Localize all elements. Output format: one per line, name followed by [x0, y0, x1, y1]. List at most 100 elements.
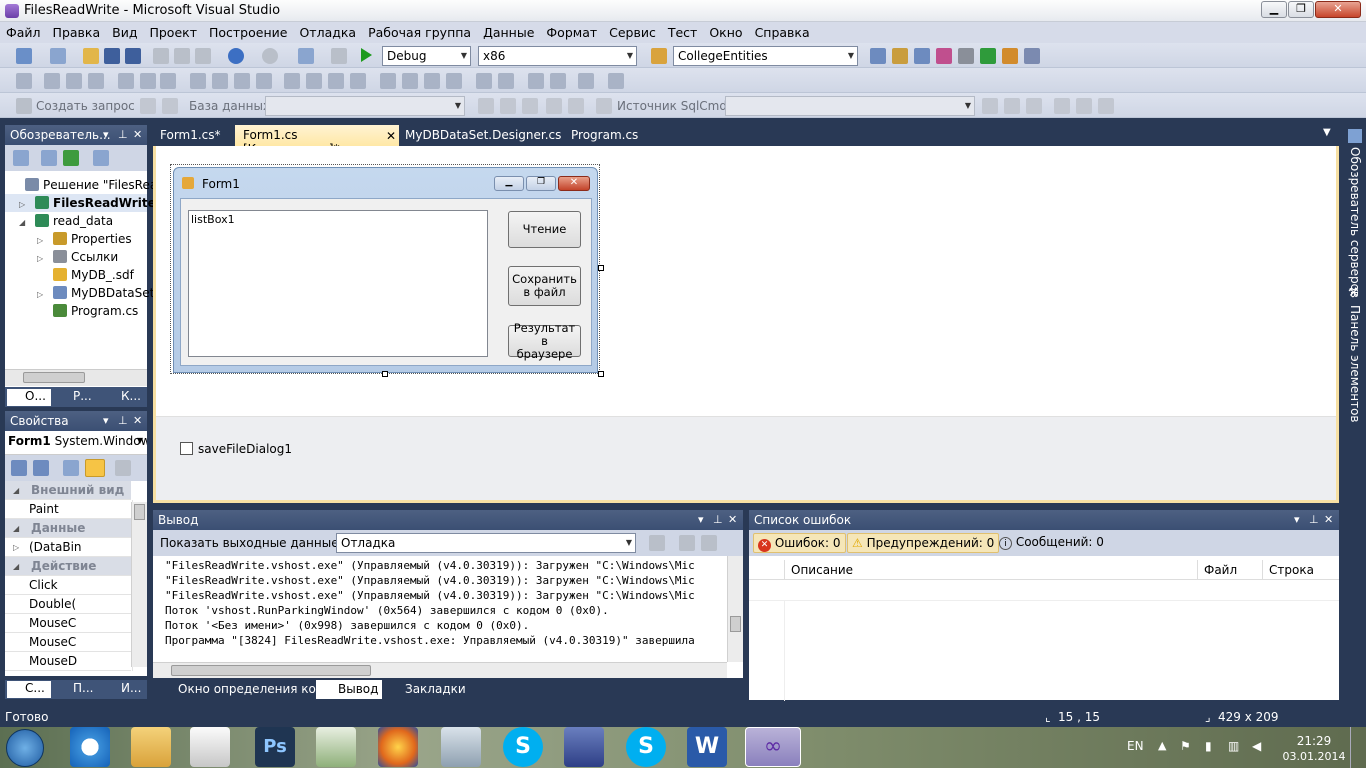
property-row[interactable]: Double( — [5, 595, 133, 614]
layout-align-icon[interactable] — [528, 73, 544, 89]
dropdown-icon[interactable]: ▾ — [1294, 513, 1300, 526]
layout-align-icon[interactable] — [234, 73, 250, 89]
resize-handle[interactable] — [382, 371, 388, 377]
collapse-icon[interactable]: ◢ — [13, 557, 19, 576]
visual-studio-taskbar-icon[interactable]: ∞ — [745, 727, 801, 767]
close-icon[interactable]: ✕ — [133, 128, 142, 141]
solution-explorer-icon[interactable] — [870, 48, 886, 64]
savefiledialog1-component[interactable]: saveFileDialog1 — [198, 442, 292, 456]
column-file[interactable]: Файл — [1204, 563, 1237, 577]
close-button[interactable]: ✕ — [1315, 1, 1361, 18]
layout-align-icon[interactable] — [350, 73, 366, 89]
resize-handle[interactable] — [598, 371, 604, 377]
network-icon[interactable]: ▥ — [1228, 739, 1239, 753]
refresh-icon[interactable] — [63, 150, 79, 166]
layout-align-icon[interactable] — [140, 73, 156, 89]
panel-tab[interactable]: К... — [103, 389, 147, 406]
property-category[interactable]: ◢ Внешний вид — [5, 481, 131, 500]
close-icon[interactable]: ✕ — [1324, 513, 1333, 526]
layout-align-icon[interactable] — [160, 73, 176, 89]
menu-item[interactable]: Построение — [203, 22, 293, 40]
layout-align-icon[interactable] — [608, 73, 624, 89]
firefox-icon[interactable] — [378, 727, 418, 767]
close-icon[interactable]: ✕ — [728, 513, 737, 526]
layout-align-icon[interactable] — [306, 73, 322, 89]
tree-item[interactable]: MyDB_.sdf — [5, 266, 147, 284]
errors-filter-toggle[interactable]: ✕ Ошибок: 0 — [753, 533, 846, 553]
panel-tab[interactable]: Вывод — [316, 680, 383, 699]
property-category[interactable]: ◢ Действие — [5, 557, 131, 576]
column-description[interactable]: Описание — [791, 563, 853, 577]
layout-align-icon[interactable] — [498, 73, 514, 89]
layout-align-icon[interactable] — [88, 73, 104, 89]
tree-item[interactable]: Program.cs — [5, 302, 147, 320]
toolbox-tab[interactable]: Панель элементов — [1348, 305, 1362, 423]
navigate-forward-icon[interactable] — [331, 48, 347, 64]
pin-icon[interactable]: ⊥ — [118, 414, 128, 427]
new-project-icon[interactable] — [16, 48, 32, 64]
menu-item[interactable]: Окно — [703, 22, 748, 40]
form-minimize-button[interactable]: ▁ — [494, 176, 524, 191]
start-button[interactable] — [6, 729, 44, 767]
photoshop-icon[interactable]: Ps — [255, 727, 295, 767]
class-diagram-icon[interactable] — [93, 150, 109, 166]
menu-item[interactable]: Справка — [749, 22, 816, 40]
show-all-files-icon[interactable] — [41, 150, 57, 166]
pin-icon[interactable]: ⊥ — [118, 128, 128, 141]
connection-select[interactable]: CollegeEntities ▼ — [673, 46, 858, 66]
toolbox-icon[interactable] — [936, 48, 952, 64]
notepad-icon[interactable] — [316, 727, 356, 767]
close-tab-icon[interactable]: ✕ — [386, 129, 396, 143]
tree-item[interactable]: ▷ FilesReadWrite — [5, 194, 156, 212]
command-window-icon[interactable] — [1024, 48, 1040, 64]
properties-icon[interactable] — [63, 460, 79, 476]
media-player-icon[interactable] — [190, 727, 230, 767]
document-tab[interactable]: Form1.cs* — [152, 125, 229, 146]
form-maximize-button[interactable]: ❐ — [526, 176, 556, 191]
layout-align-icon[interactable] — [118, 73, 134, 89]
panel-tab[interactable]: Окно определения кода — [156, 680, 336, 699]
paste-icon[interactable] — [195, 48, 211, 64]
extension-manager-icon[interactable] — [1002, 48, 1018, 64]
menu-item[interactable]: Сервис — [603, 22, 662, 40]
tree-item[interactable]: Решение "FilesRead — [5, 176, 165, 194]
minimize-button[interactable]: ▁ — [1261, 1, 1287, 18]
power-icon[interactable]: ▮ — [1205, 739, 1212, 753]
layout-align-icon[interactable] — [446, 73, 462, 89]
navigate-backward-icon[interactable] — [298, 48, 314, 64]
clear-all-icon[interactable] — [679, 535, 695, 551]
explorer-icon[interactable] — [131, 727, 171, 767]
vertical-scrollbar[interactable] — [727, 556, 743, 662]
property-row[interactable]: MouseC — [5, 633, 133, 652]
server-explorer-tab[interactable]: Обозреватель серверов — [1348, 147, 1362, 298]
panel-tab[interactable]: П... — [55, 681, 99, 698]
output-source-select[interactable]: Отладка ▼ — [336, 533, 636, 553]
clock-time[interactable]: 21:29 — [1290, 734, 1338, 748]
clock-date[interactable]: 03.01.2014 — [1282, 750, 1346, 763]
layout-align-icon[interactable] — [190, 73, 206, 89]
tree-item[interactable]: ▷ MyDBDataSet — [5, 284, 154, 302]
document-tab[interactable]: MyDBDataSet.Designer.cs — [397, 125, 569, 146]
menu-item[interactable]: Правка — [47, 22, 107, 40]
database-select[interactable]: ▼ — [265, 96, 465, 116]
tree-item[interactable]: ◢ read_data — [5, 212, 147, 230]
object-browser-icon[interactable] — [914, 48, 930, 64]
document-tab[interactable]: Program.cs — [563, 125, 646, 146]
layout-align-icon[interactable] — [550, 73, 566, 89]
close-icon[interactable]: ✕ — [133, 414, 142, 427]
redo-icon[interactable] — [262, 48, 278, 64]
horizontal-scrollbar[interactable] — [5, 369, 147, 386]
listbox1[interactable]: listBox1 — [188, 210, 488, 357]
sqlcmd-select[interactable]: ▼ — [725, 96, 975, 116]
panel-tab[interactable]: Р... — [55, 389, 99, 406]
layout-align-icon[interactable] — [256, 73, 272, 89]
skype-icon[interactable]: S — [626, 727, 666, 767]
vertical-scrollbar[interactable] — [131, 502, 147, 667]
alphabetical-icon[interactable] — [33, 460, 49, 476]
word-icon[interactable]: W — [687, 727, 727, 767]
add-item-icon[interactable] — [50, 48, 66, 64]
layout-align-icon[interactable] — [284, 73, 300, 89]
flag-icon[interactable]: ⚑ — [1180, 739, 1191, 753]
panel-tab[interactable]: С... — [7, 681, 51, 698]
menu-item[interactable]: Вид — [106, 22, 143, 40]
